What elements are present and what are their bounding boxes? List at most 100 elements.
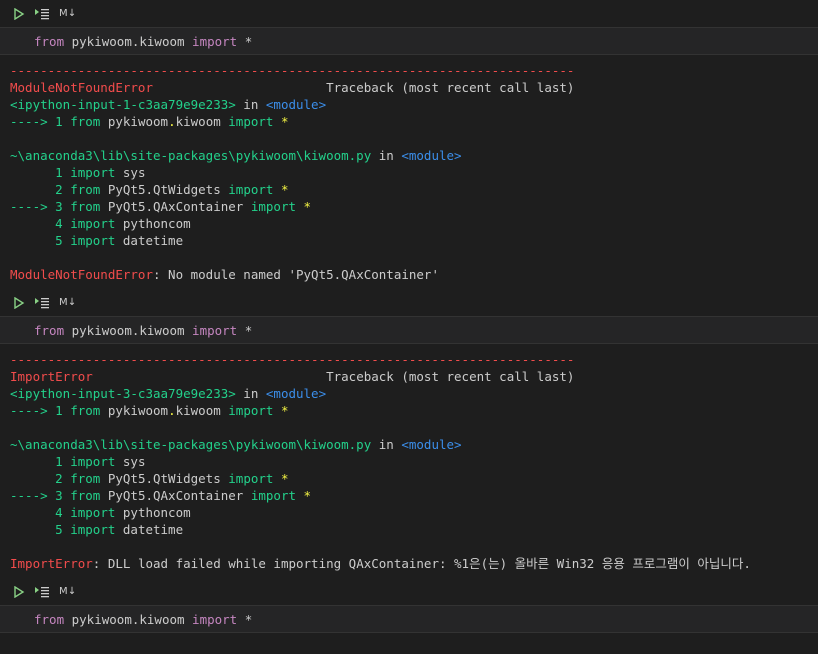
code-keyword-from: from <box>34 33 65 49</box>
line-prefix: 1 <box>10 165 71 180</box>
source-line: ----> 3 from PyQt5.QAxContainer import * <box>10 198 818 215</box>
markdown-toggle-button[interactable]: M↓ <box>59 583 76 601</box>
traceback-label: Traceback (most recent call last) <box>326 369 575 384</box>
traceback-header: ModuleNotFoundError Traceback (most rece… <box>10 79 818 96</box>
code-keyword-import: import <box>192 33 238 49</box>
notebook-cell-2: M↓ from pykiwoom.kiwoom import * -------… <box>0 289 818 578</box>
error-name: ModuleNotFoundError <box>10 80 153 95</box>
star: * <box>273 471 289 486</box>
arrow-line: ----> 1 from pykiwoom.kiwoom import * <box>10 402 818 419</box>
code-keyword-import: import <box>192 322 238 338</box>
module-ref: <module> <box>401 148 462 163</box>
run-by-line-icon[interactable] <box>34 294 50 312</box>
markdown-toggle-button[interactable]: M↓ <box>59 5 76 23</box>
cell-toolbar: M↓ <box>0 0 818 27</box>
line-rest: PyQt5.QAxContainer <box>100 488 251 503</box>
line-import: import <box>228 471 274 486</box>
dash-separator: ----------------------------------------… <box>10 63 575 78</box>
markdown-toggle-button[interactable]: M↓ <box>59 294 76 312</box>
traceback-header: ImportError Traceback (most recent call … <box>10 368 818 385</box>
source-line: 1 import sys <box>10 164 818 181</box>
in-word: in <box>235 386 266 401</box>
code-input[interactable]: from pykiwoom.kiwoom import * <box>0 605 818 633</box>
line-prefix: 4 <box>10 505 71 520</box>
module-ref: <module> <box>265 97 327 112</box>
mod-name-2: kiwoom <box>175 114 229 129</box>
star: * <box>296 488 312 503</box>
module-ref: <module> <box>265 386 327 401</box>
line-prefix: 2 <box>10 471 71 486</box>
line-rest: PyQt5.QtWidgets <box>100 182 229 197</box>
run-cell-icon[interactable] <box>13 5 25 23</box>
source-line: 2 from PyQt5.QtWidgets import * <box>10 181 818 198</box>
arrow-marker: ----> 1 <box>10 403 71 418</box>
run-cell-icon[interactable] <box>13 294 25 312</box>
notebook-cell-1: M↓ from pykiwoom.kiwoom import * -------… <box>0 0 818 289</box>
line-rest: datetime <box>115 522 184 537</box>
run-cell-icon[interactable] <box>13 583 25 601</box>
line-import: import <box>250 488 296 503</box>
line-prefix: ----> 3 <box>10 199 71 214</box>
error-name: ImportError <box>10 369 93 384</box>
kw-import: import <box>228 114 274 129</box>
run-by-line-icon[interactable] <box>34 5 50 23</box>
code-input[interactable]: from pykiwoom.kiwoom import * <box>0 27 818 55</box>
code-rest: * <box>237 611 253 627</box>
final-error-line: ModuleNotFoundError: No module named 'Py… <box>10 266 818 283</box>
line-import: import <box>250 199 296 214</box>
line-rest: PyQt5.QtWidgets <box>100 471 229 486</box>
code-module: pykiwoom.kiwoom <box>64 322 193 338</box>
star: * <box>273 403 289 418</box>
source-line: 4 import pythoncom <box>10 215 818 232</box>
code-module: pykiwoom.kiwoom <box>64 611 193 627</box>
line-rest: sys <box>115 454 146 469</box>
code-rest: * <box>237 33 253 49</box>
final-error-name: ModuleNotFoundError <box>10 267 153 282</box>
line-import: import <box>228 182 274 197</box>
file-reference: ~\anaconda3\lib\site-packages\pykiwoom\k… <box>10 436 818 453</box>
cell-toolbar: M↓ <box>0 578 818 605</box>
mod-dot: . <box>168 114 176 129</box>
final-error-name: ImportError <box>10 556 93 571</box>
code-keyword-import: import <box>192 611 238 627</box>
file-path: ~\anaconda3\lib\site-packages\pykiwoom\k… <box>10 437 372 452</box>
mod-name: pykiwoom <box>100 403 169 418</box>
module-ref: <module> <box>401 437 462 452</box>
in-word: in <box>371 148 402 163</box>
traceback-label: Traceback (most recent call last) <box>326 80 575 95</box>
source-line: 5 import datetime <box>10 232 818 249</box>
ipython-input-ref: <ipython-input-3-c3aa79e9e233> <box>10 386 236 401</box>
line-keyword: import <box>70 505 116 520</box>
line-keyword: import <box>70 522 116 537</box>
source-line: 5 import datetime <box>10 521 818 538</box>
line-keyword: from <box>70 471 101 486</box>
mod-dot: . <box>168 403 176 418</box>
line-rest: sys <box>115 165 146 180</box>
final-error-line: ImportError: DLL load failed while impor… <box>10 555 818 572</box>
in-word: in <box>371 437 402 452</box>
file-path: ~\anaconda3\lib\site-packages\pykiwoom\k… <box>10 148 372 163</box>
run-by-line-icon[interactable] <box>34 583 50 601</box>
line-keyword: import <box>70 233 116 248</box>
line-keyword: import <box>70 165 116 180</box>
dash-separator: ----------------------------------------… <box>10 352 575 367</box>
line-prefix: 5 <box>10 522 71 537</box>
mod-name-2: kiwoom <box>175 403 229 418</box>
line-keyword: from <box>70 488 101 503</box>
line-rest: datetime <box>115 233 184 248</box>
star: * <box>296 199 312 214</box>
code-input[interactable]: from pykiwoom.kiwoom import * <box>0 316 818 344</box>
final-error-message: : No module named 'PyQt5.QAxContainer' <box>153 267 439 282</box>
ipython-input-ref: <ipython-input-1-c3aa79e9e233> <box>10 97 236 112</box>
line-rest: PyQt5.QAxContainer <box>100 199 251 214</box>
line-prefix: 2 <box>10 182 71 197</box>
kw-import: import <box>228 403 274 418</box>
line-rest: pythoncom <box>115 505 191 520</box>
kw-from: from <box>70 114 101 129</box>
line-prefix: ----> 3 <box>10 488 71 503</box>
line-keyword: from <box>70 182 101 197</box>
line-keyword: import <box>70 216 116 231</box>
in-word: in <box>235 97 266 112</box>
star: * <box>273 114 289 129</box>
